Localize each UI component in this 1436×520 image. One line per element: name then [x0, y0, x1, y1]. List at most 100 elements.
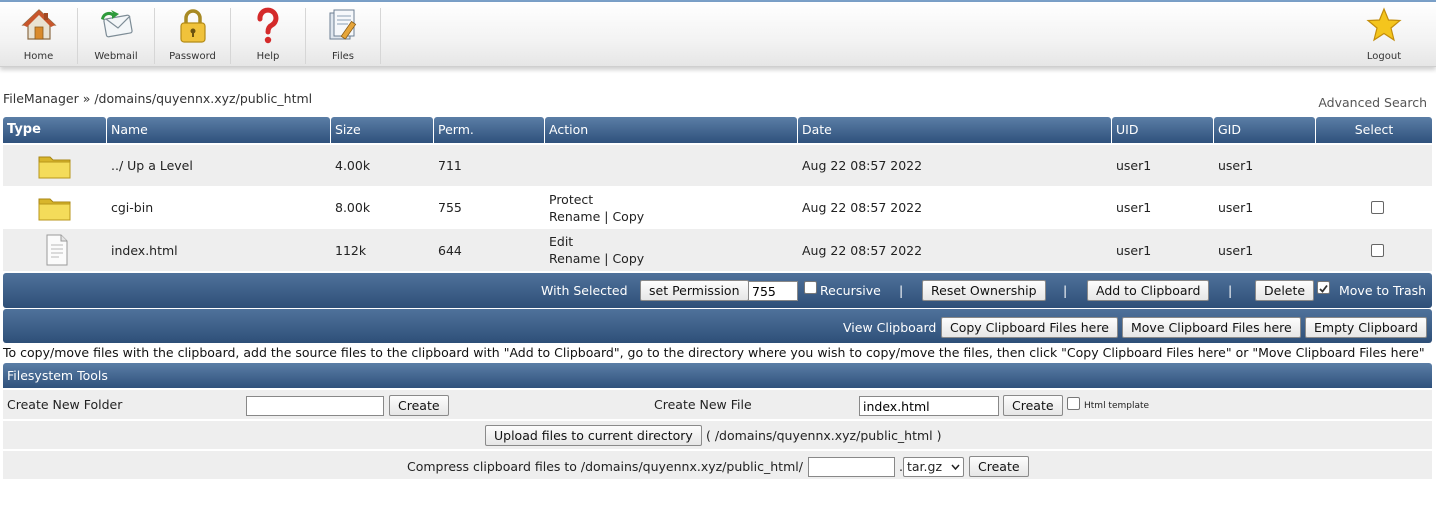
file-date: Aug 22 08:57 2022: [802, 200, 923, 215]
nav-help[interactable]: Help: [231, 2, 305, 67]
nav-help-label: Help: [256, 51, 280, 62]
new-file-input[interactable]: [859, 396, 999, 416]
column-header-date[interactable]: Date: [798, 117, 1111, 143]
html-template-checkbox[interactable]: [1067, 397, 1080, 410]
compress-filename-input[interactable]: [808, 457, 895, 477]
select-cell: [1367, 229, 1384, 271]
edit-link[interactable]: Edit: [549, 233, 573, 250]
bar-separator: |: [1228, 283, 1233, 298]
table-row: cgi-bin 8.00k 755 Protect Rename | Copy …: [3, 187, 1432, 228]
top-navigation: Home Webmail Password Help Files Logout: [0, 2, 1436, 67]
upload-path: ( /domains/quyennx.xyz/public_html ): [706, 428, 942, 443]
column-header-perm[interactable]: Perm.: [434, 117, 544, 143]
add-to-clipboard-button[interactable]: Add to Clipboard: [1087, 280, 1210, 301]
compress-row: Compress clipboard files to /domains/quy…: [3, 451, 1432, 480]
file-uid: user1: [1116, 158, 1152, 173]
recursive-checkbox[interactable]: [804, 281, 817, 294]
row-actions: Protect Rename | Copy: [545, 187, 644, 228]
copy-clipboard-files-button[interactable]: Copy Clipboard Files here: [941, 317, 1118, 338]
column-header-size[interactable]: Size: [331, 117, 433, 143]
file-name-link[interactable]: ../ Up a Level: [107, 145, 193, 186]
nav-password[interactable]: Password: [155, 2, 230, 67]
nav-files[interactable]: Files: [306, 2, 380, 67]
nav-home[interactable]: Home: [0, 2, 77, 67]
folder-icon[interactable]: [37, 151, 73, 181]
copy-link[interactable]: Copy: [612, 251, 644, 266]
breadcrumb-root[interactable]: FileManager: [3, 91, 79, 106]
file-name-link[interactable]: cgi-bin: [107, 187, 153, 228]
action-separator: |: [604, 251, 609, 266]
select-cell: [1367, 187, 1384, 228]
move-clipboard-files-button[interactable]: Move Clipboard Files here: [1122, 317, 1301, 338]
select-checkbox[interactable]: [1371, 243, 1384, 257]
breadcrumb: FileManager » /domains/quyennx.xyz/publi…: [3, 91, 312, 106]
bar-separator: |: [1063, 283, 1068, 298]
create-file-label: Create New File: [654, 397, 752, 412]
file-gid: user1: [1218, 158, 1254, 173]
view-clipboard-link[interactable]: View Clipboard: [843, 320, 936, 335]
reset-ownership-button[interactable]: Reset Ownership: [922, 280, 1046, 301]
select-checkbox[interactable]: [1371, 201, 1384, 214]
file-size: 8.00k: [335, 200, 371, 215]
create-folder-label: Create New Folder: [7, 397, 123, 412]
file-name-link[interactable]: index.html: [107, 229, 178, 271]
compress-format-value: tar.gz: [907, 459, 943, 474]
file-permission: 644: [438, 242, 462, 258]
mail-icon: [101, 10, 133, 38]
nav-home-label: Home: [23, 51, 54, 62]
breadcrumb-path[interactable]: /domains/quyennx.xyz/public_html: [94, 91, 312, 106]
question-icon: [257, 7, 279, 44]
create-folder-button[interactable]: Create: [389, 395, 449, 416]
file-permission: 755: [438, 200, 462, 215]
rename-link[interactable]: Rename: [549, 251, 600, 266]
nav-divider: [380, 8, 381, 64]
file-size: 4.00k: [335, 158, 371, 173]
table-row: index.html 112k 644 Edit Rename | Copy A…: [3, 229, 1432, 271]
file-gid: user1: [1218, 200, 1254, 215]
rename-link[interactable]: Rename: [549, 209, 600, 224]
bar-separator: |: [899, 283, 904, 298]
upload-files-button[interactable]: Upload files to current directory: [485, 425, 702, 446]
nav-webmail-label: Webmail: [94, 51, 138, 62]
chevron-down-icon: [951, 464, 960, 470]
file-uid: user1: [1116, 242, 1152, 258]
filesystem-tools-header: Filesystem Tools: [3, 363, 1432, 388]
row-actions: Edit Rename | Copy: [545, 229, 644, 271]
move-to-trash-checkbox[interactable]: [1317, 281, 1330, 294]
row-type-cell: [33, 187, 73, 228]
nav-logout[interactable]: Logout: [1348, 2, 1420, 67]
nav-logout-label: Logout: [1366, 51, 1402, 62]
new-folder-input[interactable]: [246, 396, 384, 416]
action-separator: |: [604, 208, 609, 224]
protect-link[interactable]: Protect: [549, 191, 593, 208]
column-header-type[interactable]: Type: [3, 117, 106, 143]
files-icon: [329, 9, 357, 40]
clipboard-bar: View Clipboard Copy Clipboard Files here…: [3, 309, 1432, 343]
compress-create-button[interactable]: Create: [969, 456, 1029, 477]
empty-clipboard-button[interactable]: Empty Clipboard: [1305, 317, 1427, 338]
delete-button[interactable]: Delete: [1255, 280, 1315, 301]
column-header-gid[interactable]: GID: [1214, 117, 1315, 143]
document-icon[interactable]: [43, 233, 71, 267]
permission-input[interactable]: [748, 281, 798, 301]
compress-label: Compress clipboard files to /domains/quy…: [407, 459, 803, 474]
nav-password-label: Password: [169, 51, 216, 62]
column-header-name[interactable]: Name: [107, 117, 330, 143]
column-header-uid[interactable]: UID: [1112, 117, 1213, 143]
file-gid: user1: [1218, 242, 1254, 258]
create-row: Create New Folder Create Create New File…: [3, 390, 1432, 420]
nav-files-label: Files: [332, 51, 354, 62]
recursive-label: Recursive: [820, 283, 881, 298]
clipboard-instructions: To copy/move files with the clipboard, a…: [3, 345, 1425, 360]
advanced-search-link[interactable]: Advanced Search: [1318, 95, 1427, 110]
nav-webmail[interactable]: Webmail: [78, 2, 154, 67]
folder-icon[interactable]: [37, 193, 73, 223]
create-file-button[interactable]: Create: [1003, 395, 1063, 416]
file-date: Aug 22 08:57 2022: [802, 242, 923, 258]
set-permission-button[interactable]: set Permission: [640, 280, 749, 301]
compress-format-select[interactable]: tar.gz: [903, 457, 964, 477]
house-icon: [20, 9, 57, 40]
column-header-action: Action: [545, 117, 797, 143]
copy-link[interactable]: Copy: [612, 209, 644, 224]
row-type-cell: [33, 145, 73, 186]
